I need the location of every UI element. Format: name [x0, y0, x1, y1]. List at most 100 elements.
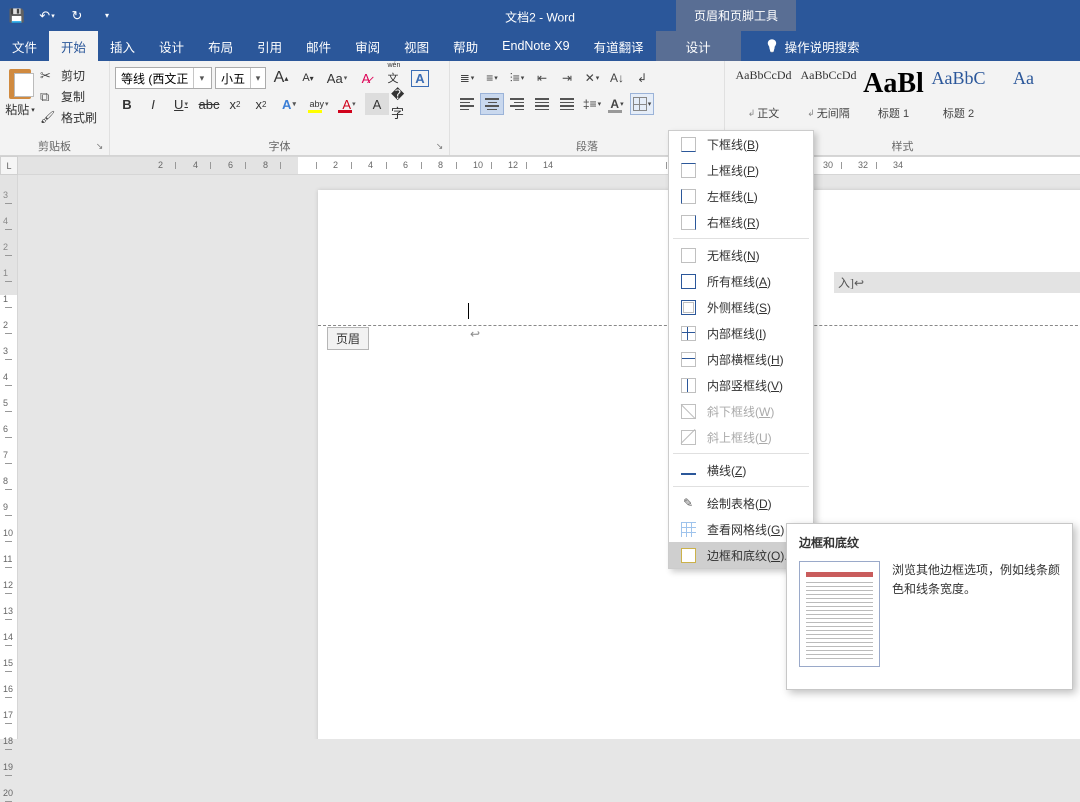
align-left-button[interactable] [455, 93, 479, 115]
tab-insert[interactable]: 插入 [98, 31, 147, 61]
underline-button[interactable]: U▾ [167, 93, 195, 115]
font-name-combo[interactable]: 等线 (西文正▾ [115, 67, 212, 89]
shading-button[interactable]: ▾ [605, 93, 629, 115]
shrink-font-button[interactable]: A▾ [296, 67, 320, 89]
bullets-button[interactable]: ≣▾ [455, 67, 479, 89]
menu-item-right[interactable]: 右框线(R) [669, 209, 813, 235]
style-tile-3[interactable]: AaBbC 标题 2 [926, 66, 991, 124]
font-dialog-launcher[interactable] [433, 141, 446, 154]
tab-help[interactable]: 帮助 [441, 31, 490, 61]
menu-item-bottom[interactable]: 下框线(B) [669, 131, 813, 157]
sort-button[interactable]: A↓ [605, 67, 629, 89]
char-shading-button[interactable]: A [365, 93, 389, 115]
align-center-button[interactable] [480, 93, 504, 115]
grow-font-button[interactable]: A▴ [269, 67, 293, 89]
copy-button[interactable]: 复制 [36, 87, 101, 106]
menu-item-none[interactable]: 无框线(N) [669, 242, 813, 268]
style-tile-2[interactable]: AaBl标题 1 [861, 66, 926, 124]
show-marks-button[interactable]: ↲ [630, 67, 654, 89]
menu-item-insidev[interactable]: 内部竖框线(V) [669, 372, 813, 398]
tab-selector[interactable]: L [0, 156, 18, 175]
menu-item-hline[interactable]: 横线(Z) [669, 457, 813, 483]
tab-endnote[interactable]: EndNote X9 [490, 31, 581, 61]
tab-file[interactable]: 文件 [0, 31, 49, 61]
style-label: 标题 2 [943, 105, 974, 121]
menu-item-label: 右框线(R) [707, 214, 760, 231]
menu-item-label: 所有框线(A) [707, 273, 771, 290]
menu-item-inside[interactable]: 内部框线(I) [669, 320, 813, 346]
line-spacing-button[interactable]: ‡≡▾ [580, 93, 604, 115]
clear-formatting-button[interactable]: A̷ [354, 67, 378, 89]
align-justify-button[interactable] [530, 93, 554, 115]
tab-context-design[interactable]: 设计 [656, 31, 741, 61]
menu-item-outside[interactable]: 外侧框线(S) [669, 294, 813, 320]
borders-button[interactable]: ▾ [630, 93, 654, 115]
ribbon: 粘贴▾ 剪切 复制 格式刷 剪贴板 等线 (西文正▾ 小五▾ A▴ A▾ Aa▾… [0, 61, 1080, 156]
qat-customize[interactable]: ▾ [92, 0, 122, 31]
multilevel-list-button[interactable]: ⫶≡▾ [505, 67, 529, 89]
tab-layout[interactable]: 布局 [196, 31, 245, 61]
numbering-button[interactable]: ≡▾ [480, 67, 504, 89]
tab-references[interactable]: 引用 [245, 31, 294, 61]
menu-item-left[interactable]: 左框线(L) [669, 183, 813, 209]
format-painter-button[interactable]: 格式刷 [36, 108, 101, 127]
all-border-icon [679, 272, 697, 290]
subscript-button[interactable]: x2 [223, 93, 247, 115]
header-tag[interactable]: 页眉 [327, 327, 369, 350]
ruler-row: L 8642246810121422242628303234 [0, 156, 1080, 175]
menu-item-label: 内部横框线(H) [707, 351, 784, 368]
style-tile-0[interactable]: AaBbCcDd↲正文 [731, 66, 796, 124]
strikethrough-button[interactable]: abc [197, 93, 221, 115]
tab-mailings[interactable]: 邮件 [294, 31, 343, 61]
style-tile-1[interactable]: AaBbCcDd↲无间隔 [796, 66, 861, 124]
italic-button[interactable]: I [141, 93, 165, 115]
style-preview: Aa [1013, 68, 1034, 89]
save-button[interactable]: 💾 [2, 0, 32, 31]
paste-button[interactable]: 粘贴▾ [5, 64, 35, 118]
dlg-border-icon [679, 546, 697, 564]
grid-border-icon [679, 520, 697, 538]
menu-item-all[interactable]: 所有框线(A) [669, 268, 813, 294]
enclose-chars-button[interactable]: �字 [391, 93, 415, 115]
vertical-ruler[interactable]: 34211234567891011121314151617181920 [0, 175, 18, 739]
qat: 💾 ↶▾ ↻ ▾ [0, 0, 122, 31]
font-color-button[interactable]: A▾ [335, 93, 363, 115]
bold-button[interactable]: B [115, 93, 139, 115]
header-placeholder-text[interactable]: 入]↩ [834, 272, 1080, 293]
tab-design[interactable]: 设计 [147, 31, 196, 61]
align-distribute-button[interactable] [555, 93, 579, 115]
style-label: 标题 1 [878, 105, 909, 121]
decrease-indent-button[interactable]: ⇤ [530, 67, 554, 89]
text-effects-button[interactable]: A▾ [275, 93, 303, 115]
tab-home[interactable]: 开始 [49, 31, 98, 61]
undo-button[interactable]: ↶▾ [32, 0, 62, 31]
menu-item-insideh[interactable]: 内部横框线(H) [669, 346, 813, 372]
menu-item-label: 斜上框线(U) [707, 429, 772, 446]
copy-icon [40, 89, 56, 105]
menu-item-draw[interactable]: 绘制表格(D) [669, 490, 813, 516]
style-tile-4[interactable]: Aa [991, 66, 1056, 124]
superscript-button[interactable]: x2 [249, 93, 273, 115]
tab-view[interactable]: 视图 [392, 31, 441, 61]
tab-review[interactable]: 审阅 [343, 31, 392, 61]
change-case-button[interactable]: Aa▾ [323, 67, 351, 89]
inside-border-icon [679, 324, 697, 342]
highlight-button[interactable]: aby▾ [305, 93, 333, 115]
menu-item-top[interactable]: 上框线(P) [669, 157, 813, 183]
cut-button[interactable]: 剪切 [36, 66, 101, 85]
align-right-button[interactable] [505, 93, 529, 115]
styles-gallery[interactable]: AaBbCcDd↲正文AaBbCcDd↲无间隔AaBl标题 1 AaBbC 标题 2… [731, 64, 1056, 124]
font-size-combo[interactable]: 小五▾ [215, 67, 266, 89]
menu-item-label: 斜下框线(W) [707, 403, 774, 420]
redo-button[interactable]: ↻ [62, 0, 92, 31]
horizontal-ruler[interactable]: 8642246810121422242628303234 [18, 156, 1080, 175]
tab-youdao[interactable]: 有道翻译 [582, 31, 656, 61]
increase-indent-button[interactable]: ⇥ [555, 67, 579, 89]
tell-me-search[interactable]: 操作说明搜索 [755, 31, 870, 61]
right-border-icon [679, 213, 697, 231]
paragraph-mark-icon: ↩ [470, 327, 480, 342]
text-direction-button[interactable]: ✕▾ [580, 67, 604, 89]
clipboard-dialog-launcher[interactable] [93, 141, 106, 154]
style-preview: AaBbC [932, 68, 986, 89]
none-border-icon [679, 246, 697, 264]
